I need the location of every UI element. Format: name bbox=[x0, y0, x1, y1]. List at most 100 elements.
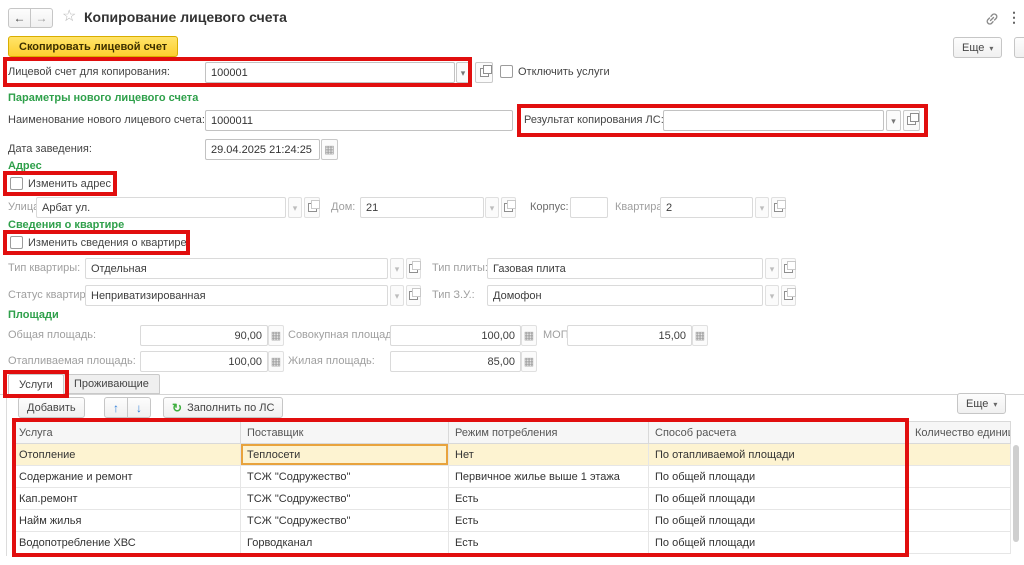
living-area-input[interactable]: 85,00 bbox=[390, 351, 521, 372]
street-open-button[interactable] bbox=[304, 197, 320, 218]
creation-date-input[interactable]: 29.04.2025 21:24:25 bbox=[205, 139, 320, 160]
mop-calc-button[interactable] bbox=[692, 325, 708, 346]
change-address-checkbox[interactable] bbox=[10, 177, 23, 190]
table-cell[interactable]: ТСЖ "Содружество" bbox=[241, 510, 449, 532]
flat-open-button[interactable] bbox=[771, 197, 786, 218]
table-cell[interactable]: Первичное жилье выше 1 этажа bbox=[449, 466, 649, 488]
street-dropdown-button[interactable] bbox=[288, 197, 302, 218]
table-cell[interactable]: ТСЖ "Содружество" bbox=[241, 488, 449, 510]
stove-type-input[interactable]: Газовая плита bbox=[487, 258, 763, 279]
tab-services[interactable]: Услуги bbox=[8, 374, 64, 395]
more-button-label: Еще bbox=[966, 398, 988, 410]
table-cell[interactable]: Есть bbox=[449, 510, 649, 532]
open-icon bbox=[409, 291, 418, 300]
flat-dropdown-button[interactable] bbox=[755, 197, 769, 218]
total-area-input[interactable]: 90,00 bbox=[140, 325, 268, 346]
table-cell[interactable]: Кап.ремонт bbox=[13, 488, 241, 510]
table-cell[interactable]: По общей площади bbox=[649, 466, 909, 488]
table-row[interactable]: Водопотребление ХВСГорводканалЕстьПо общ… bbox=[13, 532, 1011, 554]
table-cell[interactable] bbox=[909, 444, 1011, 466]
table-cell[interactable]: По общей площади bbox=[649, 532, 909, 554]
living-area-calc-button[interactable] bbox=[521, 351, 537, 372]
vertical-scrollbar[interactable] bbox=[1013, 445, 1019, 542]
table-cell[interactable] bbox=[909, 466, 1011, 488]
calculator-icon bbox=[271, 355, 281, 368]
link-icon[interactable] bbox=[984, 11, 1000, 27]
zu-type-dropdown-button[interactable] bbox=[765, 285, 779, 306]
zu-type-input[interactable]: Домофон bbox=[487, 285, 763, 306]
new-name-input[interactable]: 1000011 bbox=[205, 110, 513, 131]
table-cell[interactable]: Теплосети bbox=[241, 444, 449, 466]
table-cell[interactable]: По общей площади bbox=[649, 488, 909, 510]
favorite-star-icon[interactable] bbox=[62, 6, 76, 26]
house-input[interactable]: 21 bbox=[360, 197, 484, 218]
apartment-type-dropdown-button[interactable] bbox=[390, 258, 404, 279]
table-cell[interactable] bbox=[909, 532, 1011, 554]
column-header[interactable]: Количество единиц потребления bbox=[909, 422, 1011, 444]
table-cell[interactable]: Водопотребление ХВС bbox=[13, 532, 241, 554]
stove-type-dropdown-button[interactable] bbox=[765, 258, 779, 279]
apartment-status-open-button[interactable] bbox=[406, 285, 421, 306]
change-apartment-checkbox[interactable] bbox=[10, 236, 23, 249]
street-input[interactable]: Арбат ул. bbox=[36, 197, 286, 218]
table-row[interactable]: Найм жильяТСЖ "Содружество"ЕстьПо общей … bbox=[13, 510, 1011, 532]
aggregate-area-calc-button[interactable] bbox=[521, 325, 537, 346]
table-cell[interactable]: Есть bbox=[449, 532, 649, 554]
table-cell[interactable]: Содержание и ремонт bbox=[13, 466, 241, 488]
clipped-button[interactable] bbox=[1014, 37, 1024, 58]
table-cell[interactable] bbox=[909, 488, 1011, 510]
copy-account-button[interactable]: Скопировать лицевой счет bbox=[8, 36, 178, 57]
copy-result-dropdown-button[interactable] bbox=[886, 110, 901, 131]
building-input[interactable] bbox=[570, 197, 608, 218]
heated-area-calc-button[interactable] bbox=[268, 351, 284, 372]
table-cell[interactable]: Есть bbox=[449, 488, 649, 510]
table-cell[interactable] bbox=[909, 510, 1011, 532]
add-row-button[interactable]: Добавить bbox=[18, 397, 85, 418]
open-icon bbox=[784, 264, 793, 273]
copy-result-open-button[interactable] bbox=[903, 110, 920, 131]
aggregate-area-input[interactable]: 100,00 bbox=[390, 325, 521, 346]
column-header[interactable]: Услуга bbox=[13, 422, 241, 444]
table-cell[interactable]: По общей площади bbox=[649, 510, 909, 532]
more-button-top[interactable]: Еще bbox=[953, 37, 1002, 58]
kebab-menu-icon[interactable] bbox=[1007, 9, 1021, 26]
apartment-type-input[interactable]: Отдельная bbox=[85, 258, 388, 279]
column-header[interactable]: Способ расчета bbox=[649, 422, 909, 444]
fill-by-account-button[interactable]: Заполнить по ЛС bbox=[163, 397, 283, 418]
table-cell[interactable]: Найм жилья bbox=[13, 510, 241, 532]
source-account-open-button[interactable] bbox=[475, 62, 493, 83]
zu-type-open-button[interactable] bbox=[781, 285, 796, 306]
tab-residents[interactable]: Проживающие bbox=[63, 374, 160, 394]
back-button[interactable]: ← bbox=[8, 8, 31, 28]
table-cell[interactable]: По отапливаемой площади bbox=[649, 444, 909, 466]
source-account-input[interactable]: 100001 bbox=[205, 62, 455, 83]
move-down-button[interactable]: ↓ bbox=[127, 397, 151, 418]
table-row[interactable]: ОтоплениеТеплосетиНетПо отапливаемой пло… bbox=[13, 444, 1011, 466]
source-account-dropdown-button[interactable] bbox=[456, 62, 470, 83]
heated-area-input[interactable]: 100,00 bbox=[140, 351, 268, 372]
table-cell[interactable]: Нет bbox=[449, 444, 649, 466]
calendar-button[interactable] bbox=[321, 139, 338, 160]
table-row[interactable]: Содержание и ремонтТСЖ "Содружество"Перв… bbox=[13, 466, 1011, 488]
apartment-status-input[interactable]: Неприватизированная bbox=[85, 285, 388, 306]
total-area-calc-button[interactable] bbox=[268, 325, 284, 346]
mop-input[interactable]: 15,00 bbox=[567, 325, 692, 346]
forward-button[interactable]: → bbox=[30, 8, 53, 28]
disable-services-checkbox[interactable] bbox=[500, 65, 513, 78]
apartment-type-open-button[interactable] bbox=[406, 258, 421, 279]
house-dropdown-button[interactable] bbox=[485, 197, 499, 218]
flat-input[interactable]: 2 bbox=[660, 197, 753, 218]
column-header[interactable]: Режим потребления bbox=[449, 422, 649, 444]
table-cell[interactable]: Отопление bbox=[13, 444, 241, 466]
column-header[interactable]: Поставщик bbox=[241, 422, 449, 444]
apartment-status-dropdown-button[interactable] bbox=[390, 285, 404, 306]
move-up-button[interactable]: ↑ bbox=[104, 397, 128, 418]
table-cell[interactable]: ТСЖ "Содружество" bbox=[241, 466, 449, 488]
table-cell[interactable]: Горводканал bbox=[241, 532, 449, 554]
table-row[interactable]: Кап.ремонтТСЖ "Содружество"ЕстьПо общей … bbox=[13, 488, 1011, 510]
house-open-button[interactable] bbox=[501, 197, 516, 218]
copy-result-input[interactable] bbox=[663, 110, 884, 131]
aggregate-area-value: 100,00 bbox=[481, 330, 515, 342]
more-button-table[interactable]: Еще bbox=[957, 393, 1006, 414]
stove-type-open-button[interactable] bbox=[781, 258, 796, 279]
